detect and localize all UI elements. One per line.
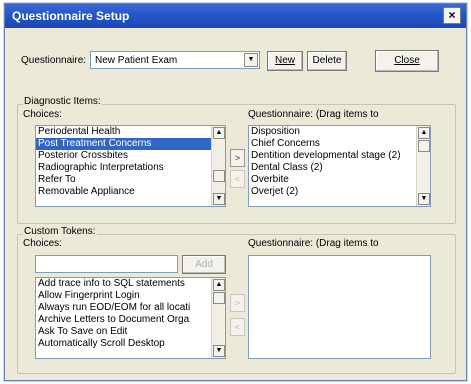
list-item[interactable]: Dentition developmental stage (2)	[249, 150, 430, 162]
close-button[interactable]: Close	[375, 50, 439, 72]
questionnaire-label: Questionnaire:	[21, 55, 87, 66]
scroll-down-icon[interactable]: ▼	[213, 193, 225, 205]
scroll-up-icon[interactable]: ▲	[213, 127, 225, 139]
custom-search-input[interactable]	[35, 255, 178, 273]
scroll-thumb[interactable]	[213, 292, 225, 304]
close-window-icon[interactable]: ×	[443, 7, 461, 24]
diagnostic-items-label: Diagnostic Items:	[23, 96, 102, 107]
add-token-to-questionnaire-button[interactable]: >	[230, 294, 245, 312]
diagnostic-choices-list[interactable]: Periodental Health Post Treatment Concer…	[35, 125, 226, 207]
list-item[interactable]: Chief Concerns	[249, 138, 430, 150]
delete-button-label: Delete	[312, 55, 342, 66]
list-item[interactable]: Overbite	[249, 174, 430, 186]
list-item[interactable]: Refer To	[36, 174, 225, 186]
add-item-button[interactable]: >	[230, 149, 245, 167]
delete-button[interactable]: Delete	[307, 51, 347, 71]
chevron-down-icon[interactable]: ▼	[244, 53, 258, 67]
list-item[interactable]: Ask To Save on Edit	[36, 326, 225, 338]
diagnostic-questionnaire-scrollbar[interactable]: ▲ ▼	[416, 126, 430, 206]
add-token-button-label: Add	[195, 259, 213, 270]
custom-tokens-label: Custom Tokens:	[23, 226, 97, 237]
questionnaire-value: New Patient Exam	[95, 55, 178, 66]
list-item[interactable]: Radiographic Interpretations	[36, 162, 225, 174]
custom-choices-label: Choices:	[23, 238, 62, 249]
scroll-down-icon[interactable]: ▼	[213, 345, 225, 357]
custom-questionnaire-list[interactable]	[248, 255, 431, 359]
remove-token-button[interactable]: <	[230, 318, 245, 336]
list-item[interactable]: Archive Letters to Document Orga	[36, 314, 225, 326]
window-title: Questionnaire Setup	[12, 9, 130, 23]
questionnaire-select[interactable]: New Patient Exam ▼	[90, 51, 260, 69]
title-bar: Questionnaire Setup ×	[5, 4, 466, 28]
custom-choices-scrollbar[interactable]: ▲ ▼	[211, 278, 225, 358]
custom-choices-list[interactable]: Add trace info to SQL statements Allow F…	[35, 277, 226, 359]
custom-questionnaire-label: Questionnaire: (Drag items to	[248, 238, 379, 249]
close-button-label: Close	[394, 55, 420, 66]
diagnostic-questionnaire-list[interactable]: Disposition Chief Concerns Dentition dev…	[248, 125, 431, 207]
scroll-down-icon[interactable]: ▼	[418, 193, 430, 205]
add-token-button[interactable]: Add	[182, 255, 226, 274]
scroll-up-icon[interactable]: ▲	[213, 279, 225, 291]
list-item[interactable]: Allow Fingerprint Login	[36, 290, 225, 302]
scroll-up-icon[interactable]: ▲	[418, 127, 430, 139]
diagnostic-choices-label: Choices:	[23, 109, 62, 120]
list-item[interactable]: Always run EOD/EOM for all locati	[36, 302, 225, 314]
list-item[interactable]: Removable Appliance	[36, 186, 225, 198]
diagnostic-questionnaire-label: Questionnaire: (Drag items to	[248, 109, 379, 120]
list-item[interactable]: Periodental Health	[36, 126, 225, 138]
list-item[interactable]: Disposition	[249, 126, 430, 138]
new-button-label: New	[274, 55, 295, 66]
list-item[interactable]: Overjet (2)	[249, 186, 430, 198]
questionnaire-setup-window: Questionnaire Setup × Questionnaire: New…	[4, 3, 467, 381]
list-item[interactable]: Posterior Crossbites	[36, 150, 225, 162]
list-item[interactable]: Automatically Scroll Desktop	[36, 338, 225, 350]
new-button[interactable]: New	[267, 51, 303, 71]
scroll-thumb[interactable]	[418, 140, 430, 152]
diagnostic-choices-scrollbar[interactable]: ▲ ▼	[211, 126, 225, 206]
list-item-selected[interactable]: Post Treatment Concerns	[36, 138, 225, 150]
scroll-thumb[interactable]	[213, 170, 225, 182]
list-item[interactable]: Dental Class (2)	[249, 162, 430, 174]
remove-item-button[interactable]: <	[230, 170, 245, 188]
list-item[interactable]: Add trace info to SQL statements	[36, 278, 225, 290]
